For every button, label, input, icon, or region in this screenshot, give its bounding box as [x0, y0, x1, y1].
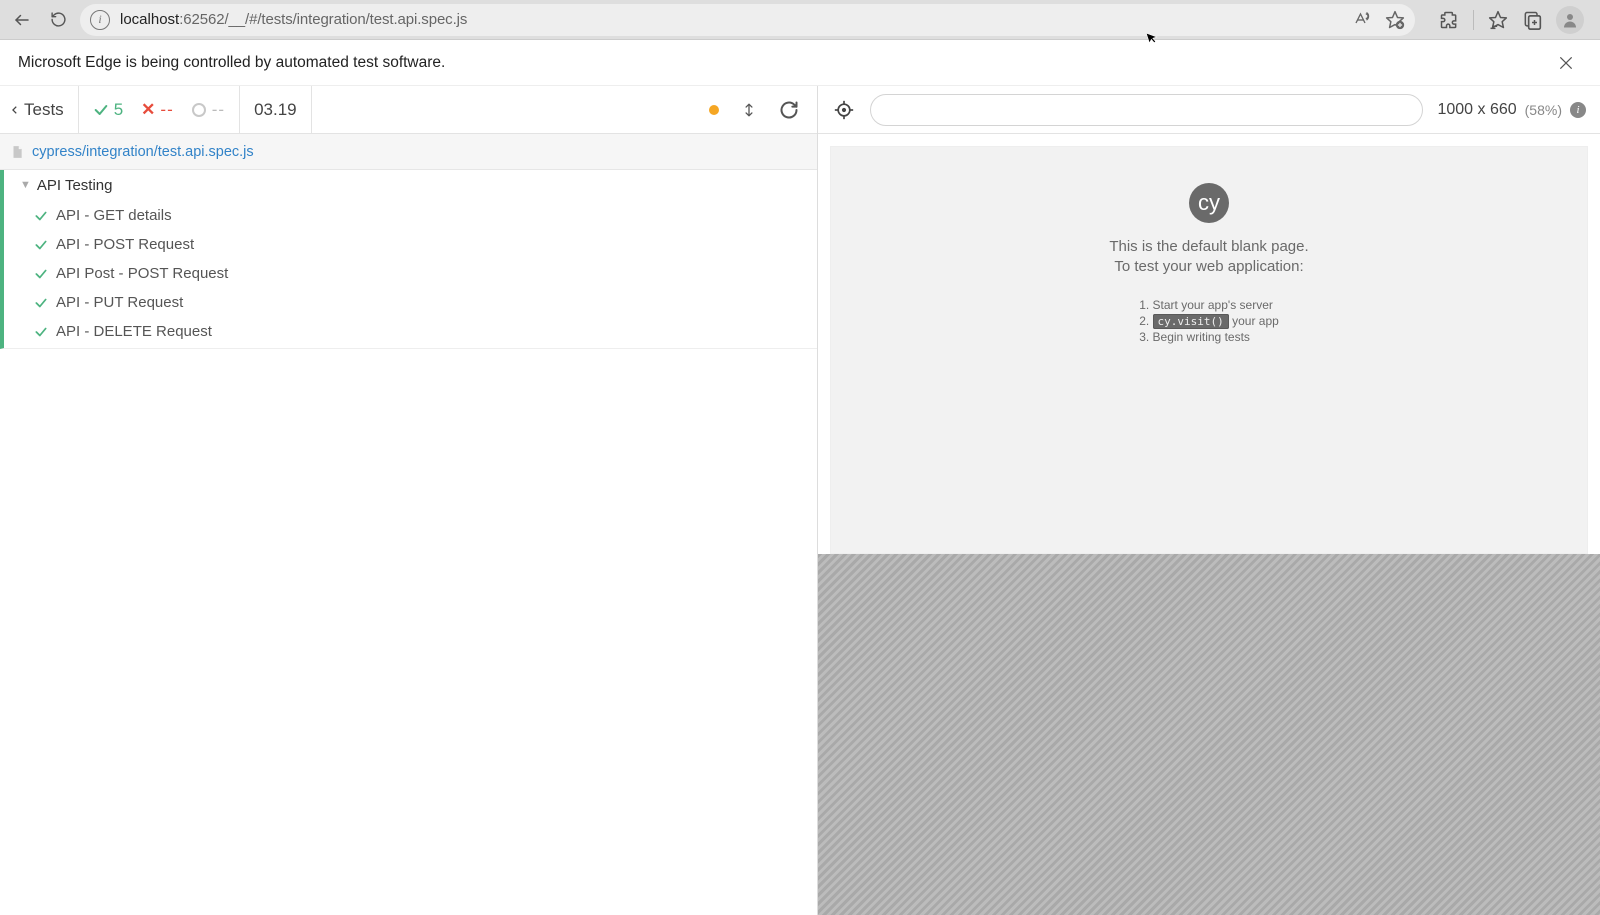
passed-stat: 5 [93, 100, 123, 120]
automation-notice: Microsoft Edge is being controlled by au… [0, 40, 1600, 86]
test-title: API - DELETE Request [56, 323, 212, 340]
url-path: :62562/__/#/tests/integration/test.api.s… [179, 11, 467, 28]
check-icon [93, 102, 109, 118]
suite-row[interactable]: ▼ API Testing [0, 170, 817, 201]
viewport-scale: (58%) [1525, 102, 1562, 118]
stats-cell: 5 ✕ -- -- [79, 86, 240, 133]
test-row[interactable]: API - PUT Request [0, 288, 817, 317]
rerun-icon[interactable] [779, 100, 799, 120]
read-aloud-icon[interactable] [1353, 11, 1371, 29]
spec-path[interactable]: cypress/integration/test.api.spec.js [32, 144, 254, 160]
url-host: localhost [120, 11, 179, 28]
browser-chrome: i localhost:62562/__/#/tests/integration… [0, 0, 1600, 40]
test-title: API - POST Request [56, 236, 194, 253]
favorites-icon[interactable] [1488, 10, 1508, 30]
test-title: API - GET details [56, 207, 172, 224]
check-icon [34, 238, 48, 252]
aut-frame: cy This is the default blank page. To te… [830, 146, 1588, 554]
selector-playground-icon[interactable] [832, 98, 856, 122]
address-bar[interactable]: i localhost:62562/__/#/tests/integration… [80, 4, 1415, 36]
aut-step: cy.visit() your app [1139, 314, 1279, 328]
close-icon[interactable] [1550, 47, 1582, 79]
aut-step: Start your app's server [1139, 298, 1279, 312]
extensions-icon[interactable] [1439, 10, 1459, 30]
test-list: ▼ API Testing API - GET details API - PO… [0, 170, 817, 915]
site-info-icon[interactable]: i [90, 10, 110, 30]
pending-count: -- [212, 100, 225, 120]
chrome-right-icons [1431, 6, 1592, 34]
cypress-logo-icon: cy [1189, 183, 1229, 223]
collections-icon[interactable] [1522, 10, 1542, 30]
status-dot-icon [709, 105, 719, 115]
aut-steps-list: Start your app's server cy.visit() your … [1139, 296, 1279, 346]
url-text: localhost:62562/__/#/tests/integration/t… [120, 11, 467, 28]
add-favorite-icon[interactable] [1385, 10, 1405, 30]
document-icon [10, 144, 24, 160]
check-icon [34, 296, 48, 310]
aut-step: Begin writing tests [1139, 330, 1279, 344]
separator [1473, 10, 1474, 30]
failed-count: -- [160, 100, 173, 120]
test-row[interactable]: API Post - POST Request [0, 259, 817, 288]
test-row[interactable]: API - POST Request [0, 230, 817, 259]
toggle-auto-scroll-icon[interactable] [739, 100, 759, 120]
profile-avatar[interactable] [1556, 6, 1584, 34]
tests-label: Tests [24, 100, 64, 120]
failed-stat: ✕ -- [141, 100, 174, 120]
passed-count: 5 [114, 100, 123, 120]
runner-toolbar: Tests 5 ✕ -- -- [0, 86, 817, 134]
check-icon [34, 209, 48, 223]
aut-message-line1: This is the default blank page. [1059, 237, 1359, 257]
spec-file-bar[interactable]: cypress/integration/test.api.spec.js [0, 134, 817, 170]
automation-text: Microsoft Edge is being controlled by au… [18, 54, 445, 72]
x-icon: ✕ [141, 100, 155, 120]
info-icon[interactable]: i [1570, 102, 1586, 118]
aut-panel: 1000 x 660 (58%) i cy This is the defaul… [818, 86, 1600, 915]
pending-stat: -- [192, 100, 225, 120]
check-icon [34, 325, 48, 339]
suite-title: API Testing [37, 177, 113, 194]
chevron-down-icon: ▼ [20, 179, 31, 191]
viewport-dimensions: 1000 x 660 [1437, 101, 1516, 119]
test-row[interactable]: API - DELETE Request [0, 317, 817, 349]
aut-toolbar: 1000 x 660 (58%) i [818, 86, 1600, 134]
test-title: API - PUT Request [56, 294, 183, 311]
back-to-tests-button[interactable]: Tests [0, 86, 79, 133]
viewport-info[interactable]: 1000 x 660 (58%) i [1437, 101, 1586, 119]
test-row[interactable]: API - GET details [0, 201, 817, 230]
test-title: API Post - POST Request [56, 265, 228, 282]
circle-icon [192, 103, 206, 117]
aut-footer-hatch [818, 554, 1600, 915]
aut-message-line2: To test your web application: [1059, 257, 1359, 277]
refresh-button[interactable] [44, 6, 72, 34]
reporter-panel: Tests 5 ✕ -- -- [0, 86, 818, 915]
duration: 03.19 [254, 100, 297, 120]
duration-cell: 03.19 [240, 86, 312, 133]
aut-url-input[interactable] [870, 94, 1423, 126]
back-button[interactable] [8, 6, 36, 34]
code-snippet: cy.visit() [1153, 314, 1229, 329]
check-icon [34, 267, 48, 281]
